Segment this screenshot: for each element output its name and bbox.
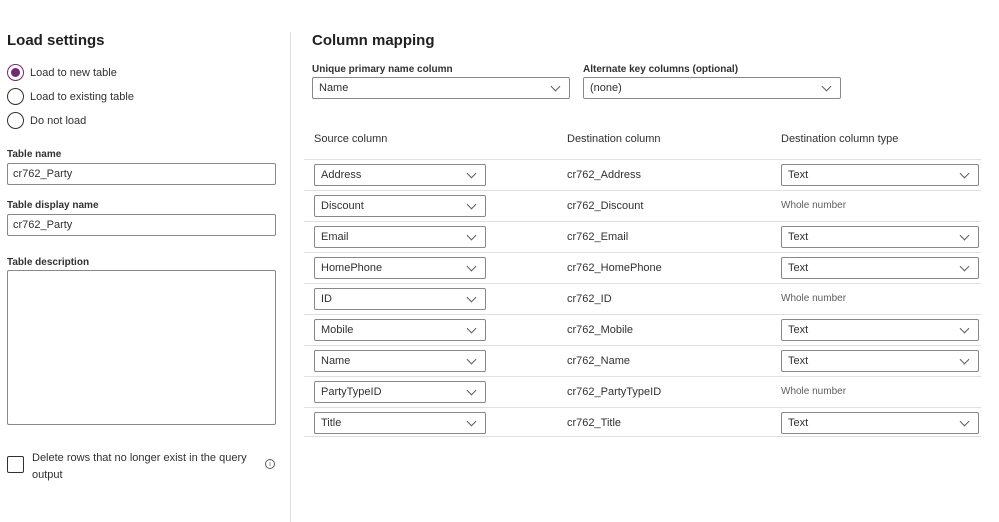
source-column-dropdown[interactable]: Discount: [314, 195, 486, 217]
radio-label: Load to new table: [30, 66, 117, 79]
radio-label: Load to existing table: [30, 90, 134, 103]
destination-column-text: cr762_Title: [567, 417, 622, 429]
chevron-down-icon: [959, 168, 970, 178]
chevron-down-icon: [959, 261, 970, 271]
source-column-dropdown[interactable]: PartyTypeID: [314, 381, 486, 403]
destination-type-dropdown[interactable]: Text: [781, 319, 979, 341]
destination-column-text: cr762_Address: [567, 169, 641, 181]
alternate-key-label: Alternate key columns (optional): [583, 64, 739, 75]
chevron-down-icon: [550, 81, 561, 91]
primary-name-label: Unique primary name column: [312, 64, 453, 75]
table-row: Discount cr762_Discount Whole number: [304, 190, 981, 221]
source-column-dropdown[interactable]: ID: [314, 288, 486, 310]
table-description-input[interactable]: [7, 270, 276, 425]
destination-type-dropdown[interactable]: Text: [781, 257, 979, 279]
table-row: Address cr762_Address Text: [304, 159, 981, 190]
destination-column-text: cr762_Email: [567, 231, 629, 243]
destination-type-text: Whole number: [781, 293, 847, 304]
dropdown-value: Text: [788, 262, 809, 274]
alternate-key-dropdown[interactable]: (none): [583, 77, 841, 99]
destination-type-dropdown[interactable]: Text: [781, 350, 979, 372]
dropdown-value: Text: [788, 169, 809, 181]
chevron-down-icon: [959, 354, 970, 364]
chevron-down-icon: [466, 354, 477, 364]
radio-icon: [7, 88, 24, 105]
dropdown-value: Name: [319, 82, 349, 94]
radio-do-not-load[interactable]: Do not load: [7, 112, 86, 129]
info-icon[interactable]: i: [265, 459, 275, 469]
panel-divider: [290, 32, 291, 522]
dropdown-value: ID: [321, 293, 332, 305]
destination-column-text: cr762_Discount: [567, 200, 644, 212]
radio-label: Do not load: [30, 114, 87, 127]
chevron-down-icon: [466, 230, 477, 240]
header-destination-column: Destination column: [567, 133, 661, 145]
destination-column-text: cr762_HomePhone: [567, 262, 662, 274]
table-display-name-input[interactable]: cr762_Party: [7, 214, 276, 236]
table-description-label: Table description: [7, 257, 90, 268]
chevron-down-icon: [959, 323, 970, 333]
table-row: PartyTypeID cr762_PartyTypeID Whole numbe…: [304, 376, 981, 407]
table-row: Name cr762_Name Text: [304, 345, 981, 376]
dropdown-value: Address: [321, 169, 362, 181]
table-row: ID cr762_ID Whole number: [304, 283, 981, 314]
chevron-down-icon: [821, 81, 832, 91]
chevron-down-icon: [466, 261, 477, 271]
table-row: Mobile cr762_Mobile Text: [304, 314, 981, 345]
radio-selected-icon: [7, 64, 24, 81]
radio-load-new-table[interactable]: Load to new table: [7, 64, 117, 81]
destination-type-dropdown[interactable]: Text: [781, 226, 979, 248]
source-column-dropdown[interactable]: Email: [314, 226, 486, 248]
destination-column-text: cr762_Name: [567, 355, 630, 367]
table-row: Email cr762_Email Text: [304, 221, 981, 252]
dropdown-value: Text: [788, 231, 809, 243]
dropdown-value: Name: [321, 355, 351, 367]
header-source-column: Source column: [314, 133, 388, 145]
chevron-down-icon: [466, 199, 477, 209]
table-bottom-border: [304, 436, 981, 437]
table-row: Title cr762_Title Text: [304, 407, 981, 438]
destination-column-text: cr762_Mobile: [567, 324, 634, 336]
table-row: HomePhone cr762_HomePhone Text: [304, 252, 981, 283]
radio-load-existing-table[interactable]: Load to existing table: [7, 88, 134, 105]
chevron-down-icon: [466, 323, 477, 333]
dropdown-value: HomePhone: [321, 262, 383, 274]
destination-type-text: Whole number: [781, 386, 847, 397]
delete-rows-label: Delete rows that no longer exist in the …: [32, 452, 247, 481]
delete-rows-checkbox[interactable]: [7, 456, 24, 473]
table-name-input[interactable]: cr762_Party: [7, 163, 276, 185]
dropdown-value: Text: [788, 417, 809, 429]
chevron-down-icon: [959, 230, 970, 240]
dropdown-value: Title: [321, 417, 342, 429]
column-mapping-title: Column mapping: [312, 32, 435, 49]
dropdown-value: PartyTypeID: [321, 386, 382, 398]
chevron-down-icon: [466, 292, 477, 302]
destination-column-text: cr762_PartyTypeID: [567, 386, 662, 398]
destination-type-dropdown[interactable]: Text: [781, 164, 979, 186]
dropdown-value: Text: [788, 324, 809, 336]
dropdown-value: (none): [590, 82, 622, 94]
chevron-down-icon: [466, 385, 477, 395]
table-name-label: Table name: [7, 149, 62, 160]
dropdown-value: Mobile: [321, 324, 354, 336]
source-column-dropdown[interactable]: Title: [314, 412, 486, 434]
dropdown-value: Email: [321, 231, 349, 243]
primary-name-dropdown[interactable]: Name: [312, 77, 570, 99]
table-display-name-label: Table display name: [7, 200, 99, 211]
chevron-down-icon: [959, 416, 970, 426]
chevron-down-icon: [466, 168, 477, 178]
radio-icon: [7, 112, 24, 129]
dropdown-value: Text: [788, 355, 809, 367]
header-destination-type: Destination column type: [781, 133, 899, 145]
source-column-dropdown[interactable]: Address: [314, 164, 486, 186]
chevron-down-icon: [466, 416, 477, 426]
destination-type-text: Whole number: [781, 200, 847, 211]
destination-type-dropdown[interactable]: Text: [781, 412, 979, 434]
source-column-dropdown[interactable]: HomePhone: [314, 257, 486, 279]
source-column-dropdown[interactable]: Mobile: [314, 319, 486, 341]
source-column-dropdown[interactable]: Name: [314, 350, 486, 372]
destination-column-text: cr762_ID: [567, 293, 612, 305]
load-settings-title: Load settings: [7, 32, 105, 49]
dropdown-value: Discount: [321, 200, 364, 212]
